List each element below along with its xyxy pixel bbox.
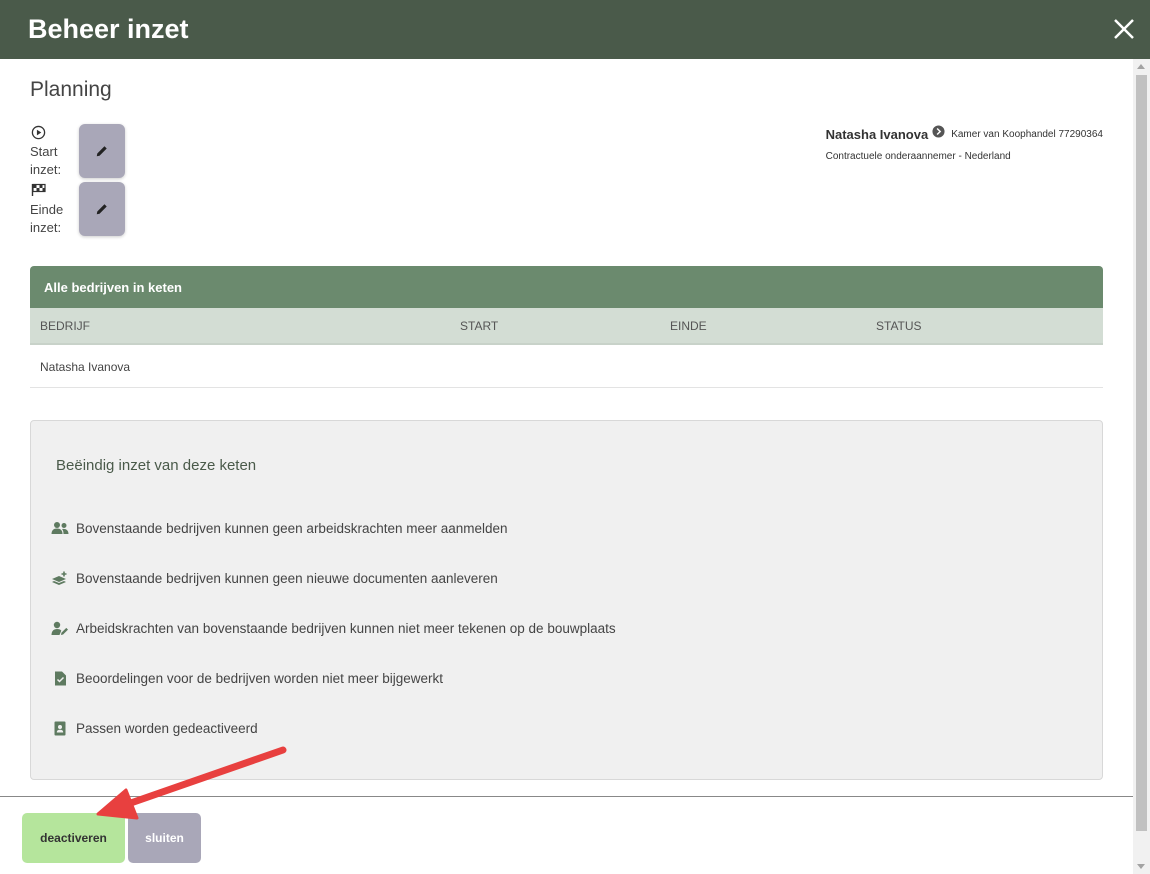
edit-end-button[interactable] — [79, 182, 125, 236]
table-row: Natasha Ivanova — [30, 347, 1103, 388]
play-circle-icon — [31, 125, 47, 141]
column-header-einde: Einde — [670, 319, 707, 333]
info-item-text: Passen worden gedeactiveerd — [76, 720, 258, 736]
cell-bedrijf: Natasha Ivanova — [40, 360, 131, 374]
table-column-headers: Bedrijf Start Einde Status — [30, 308, 1103, 345]
modal-footer: deactiveren sluiten — [0, 796, 1133, 874]
scroll-down-arrow-icon[interactable] — [1137, 864, 1145, 869]
user-pen-icon — [51, 620, 69, 636]
deactivate-button[interactable]: deactiveren — [22, 813, 125, 863]
column-header-start: Start — [460, 319, 499, 333]
start-label: Start inzet: — [30, 144, 62, 177]
company-type: Contractuele onderaannemer - Nederland — [825, 151, 1011, 162]
info-item-text: Bovenstaande bedrijven kunnen geen arbei… — [76, 520, 508, 536]
chain-table-title: Alle bedrijven in keten — [44, 279, 182, 295]
info-item-text: Beoordelingen voor de bedrijven worden n… — [76, 670, 443, 686]
edit-start-button[interactable] — [79, 124, 125, 178]
scroll-up-arrow-icon[interactable] — [1137, 64, 1145, 69]
company-info: Natasha Ivanova Kamer van Koophandel 772… — [826, 125, 1103, 162]
manage-deployment-modal: Beheer inzet Planning Start inzet: Einde… — [0, 0, 1150, 874]
list-item: Arbeidskrachten van bovenstaande bedrijv… — [51, 620, 616, 636]
end-label: Einde inzet: — [30, 202, 64, 235]
chevron-right-circle-icon[interactable] — [932, 125, 945, 143]
list-item: Bovenstaande bedrijven kunnen geen nieuw… — [51, 570, 498, 586]
column-header-bedrijf: Bedrijf — [40, 319, 91, 333]
modal-title: Beheer inzet — [28, 14, 189, 44]
list-item: Bovenstaande bedrijven kunnen geen arbei… — [51, 520, 508, 536]
scrollbar-thumb[interactable] — [1136, 75, 1147, 831]
company-kvk: Kamer van Koophandel 77290364 — [951, 128, 1103, 140]
flag-checkered-icon — [31, 183, 47, 199]
info-item-text: Arbeidskrachten van bovenstaande bedrijv… — [76, 620, 616, 636]
modal-header: Beheer inzet — [0, 0, 1150, 59]
layers-plus-icon — [51, 570, 69, 586]
section-title-planning: Planning — [30, 78, 112, 101]
close-button[interactable]: sluiten — [128, 813, 201, 863]
list-item: Beoordelingen voor de bedrijven worden n… — [51, 670, 443, 686]
close-icon[interactable] — [1108, 13, 1140, 45]
info-item-text: Bovenstaande bedrijven kunnen geen nieuw… — [76, 570, 498, 586]
end-chain-info-box: Beëindig inzet van deze keten Bovenstaan… — [30, 420, 1103, 780]
column-header-status: Status — [876, 319, 922, 333]
list-item: Passen worden gedeactiveerd — [51, 720, 258, 736]
modal-body: Planning Start inzet: Einde inzet: Natas… — [0, 59, 1133, 796]
vertical-scrollbar[interactable] — [1133, 59, 1150, 874]
pencil-icon — [96, 204, 107, 215]
chain-table-header: Alle bedrijven in keten — [30, 266, 1103, 308]
users-icon — [51, 520, 69, 536]
pencil-icon — [96, 146, 107, 157]
file-check-icon — [51, 670, 69, 686]
info-box-title: Beëindig inzet van deze keten — [56, 457, 257, 474]
badge-card-icon — [51, 720, 69, 736]
company-name: Natasha Ivanova — [825, 126, 929, 142]
